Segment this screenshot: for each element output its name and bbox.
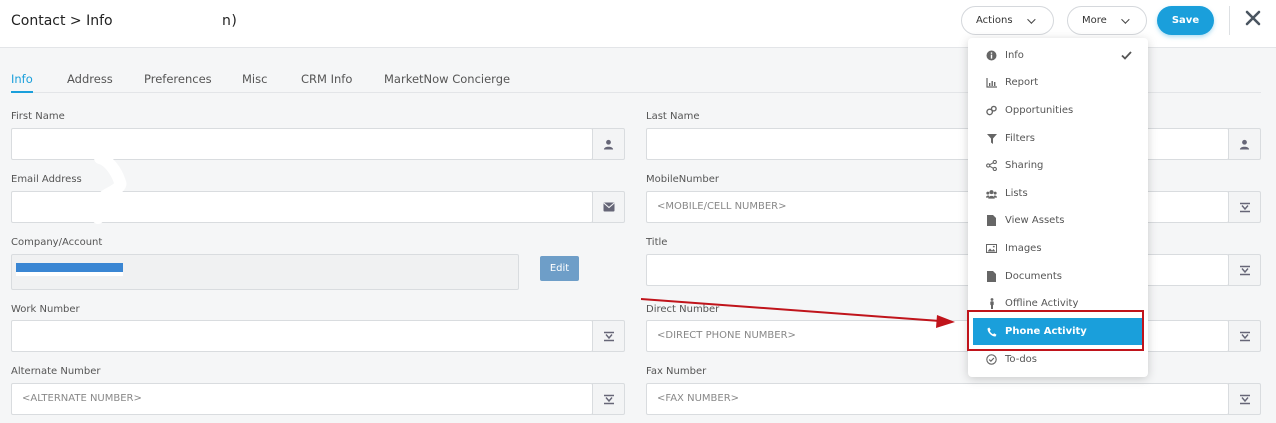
more-button[interactable]: More bbox=[1067, 6, 1147, 35]
chart-icon bbox=[986, 77, 997, 88]
page-title: Contact > Info bbox=[11, 13, 113, 29]
fax-number-addon bbox=[1228, 383, 1261, 415]
menu-item-label: Info bbox=[1005, 50, 1024, 61]
title-label: Title bbox=[646, 237, 668, 248]
email-addon bbox=[592, 191, 625, 223]
work-number-addon bbox=[592, 320, 625, 352]
menu-item-label: Filters bbox=[1005, 133, 1035, 144]
menu-item-sharing[interactable]: Sharing bbox=[968, 152, 1148, 179]
alternate-number-addon bbox=[592, 383, 625, 415]
person-icon bbox=[989, 298, 994, 309]
menu-item-label: Offline Activity bbox=[1005, 298, 1079, 309]
check-circle-icon bbox=[986, 354, 997, 365]
menu-item-filters[interactable]: Filters bbox=[968, 125, 1148, 152]
tab-marketnow-concierge[interactable]: MarketNow Concierge bbox=[384, 72, 510, 86]
save-button[interactable]: Save bbox=[1157, 6, 1214, 35]
page-title-suffix: n) bbox=[222, 13, 238, 29]
person-icon bbox=[1239, 139, 1250, 150]
menu-item-lists[interactable]: Lists bbox=[968, 180, 1148, 207]
phone-format-icon bbox=[603, 394, 614, 404]
direct-number-addon bbox=[1228, 320, 1261, 352]
work-number-input[interactable] bbox=[11, 320, 593, 352]
phone-format-icon bbox=[603, 331, 614, 341]
header-divider bbox=[1229, 6, 1230, 35]
menu-item-label: Images bbox=[1005, 243, 1042, 254]
title-addon bbox=[1228, 254, 1261, 286]
share-icon bbox=[986, 160, 997, 171]
alternate-number-label: Alternate Number bbox=[11, 366, 101, 377]
mobile-label: MobileNumber bbox=[646, 174, 719, 185]
tab-address[interactable]: Address bbox=[67, 72, 113, 86]
checkmark-icon bbox=[1121, 51, 1132, 60]
phone-format-icon bbox=[1239, 202, 1250, 212]
last-name-label: Last Name bbox=[646, 111, 700, 122]
menu-item-label: Report bbox=[1005, 77, 1039, 88]
menu-item-view-assets[interactable]: View Assets bbox=[968, 207, 1148, 234]
company-selected-value bbox=[16, 263, 123, 276]
tab-preferences[interactable]: Preferences bbox=[144, 72, 212, 86]
envelope-icon bbox=[602, 202, 615, 212]
menu-item-label: To-dos bbox=[1005, 354, 1037, 365]
person-icon bbox=[603, 139, 614, 150]
file-icon bbox=[987, 215, 996, 226]
users-icon bbox=[986, 189, 997, 199]
more-label: More bbox=[1082, 15, 1107, 26]
menu-item-opportunities[interactable]: Opportunities bbox=[968, 97, 1148, 124]
menu-item-label: View Assets bbox=[1005, 215, 1065, 226]
menu-item-report[interactable]: Report bbox=[968, 69, 1148, 96]
actions-label: Actions bbox=[976, 15, 1013, 26]
tab-misc[interactable]: Misc bbox=[242, 72, 267, 86]
tab-info[interactable]: Info bbox=[11, 72, 33, 93]
opportunities-icon bbox=[986, 105, 997, 116]
menu-item-documents[interactable]: Documents bbox=[968, 263, 1148, 290]
menu-item-label: Lists bbox=[1005, 188, 1028, 199]
work-number-label: Work Number bbox=[11, 304, 80, 315]
menu-item-label: Documents bbox=[1005, 271, 1063, 282]
alternate-number-input[interactable]: <ALTERNATE NUMBER> bbox=[11, 383, 593, 415]
phone-format-icon bbox=[1239, 394, 1250, 404]
tab-crm-info[interactable]: CRM Info bbox=[301, 72, 352, 86]
filter-icon bbox=[986, 133, 997, 144]
menu-item-label: Sharing bbox=[1005, 160, 1044, 171]
first-name-label: First Name bbox=[11, 111, 65, 122]
menu-item-info[interactable]: Info bbox=[968, 42, 1148, 69]
phone-format-icon bbox=[1239, 265, 1250, 275]
actions-button[interactable]: Actions bbox=[961, 6, 1054, 35]
menu-item-images[interactable]: Images bbox=[968, 235, 1148, 262]
mobile-addon bbox=[1228, 191, 1261, 223]
company-edit-button[interactable]: Edit bbox=[540, 256, 579, 281]
phone-format-icon bbox=[1239, 331, 1250, 341]
email-label: Email Address bbox=[11, 174, 82, 185]
fax-number-input[interactable]: <FAX NUMBER> bbox=[646, 383, 1229, 415]
info-icon bbox=[986, 50, 997, 61]
annotation-highlight-box bbox=[967, 310, 1144, 351]
chevron-down-icon bbox=[1026, 14, 1036, 24]
fax-number-label: Fax Number bbox=[646, 366, 707, 377]
close-icon[interactable] bbox=[1243, 8, 1263, 28]
chevron-down-icon bbox=[1120, 14, 1130, 24]
last-name-addon bbox=[1228, 128, 1261, 160]
company-label: Company/Account bbox=[11, 237, 103, 248]
menu-item-label: Opportunities bbox=[1005, 105, 1074, 116]
direct-number-label: Direct Number bbox=[646, 304, 720, 315]
image-icon bbox=[986, 244, 997, 253]
document-icon bbox=[987, 271, 996, 282]
redaction-mark bbox=[91, 152, 127, 224]
first-name-addon bbox=[592, 128, 625, 160]
